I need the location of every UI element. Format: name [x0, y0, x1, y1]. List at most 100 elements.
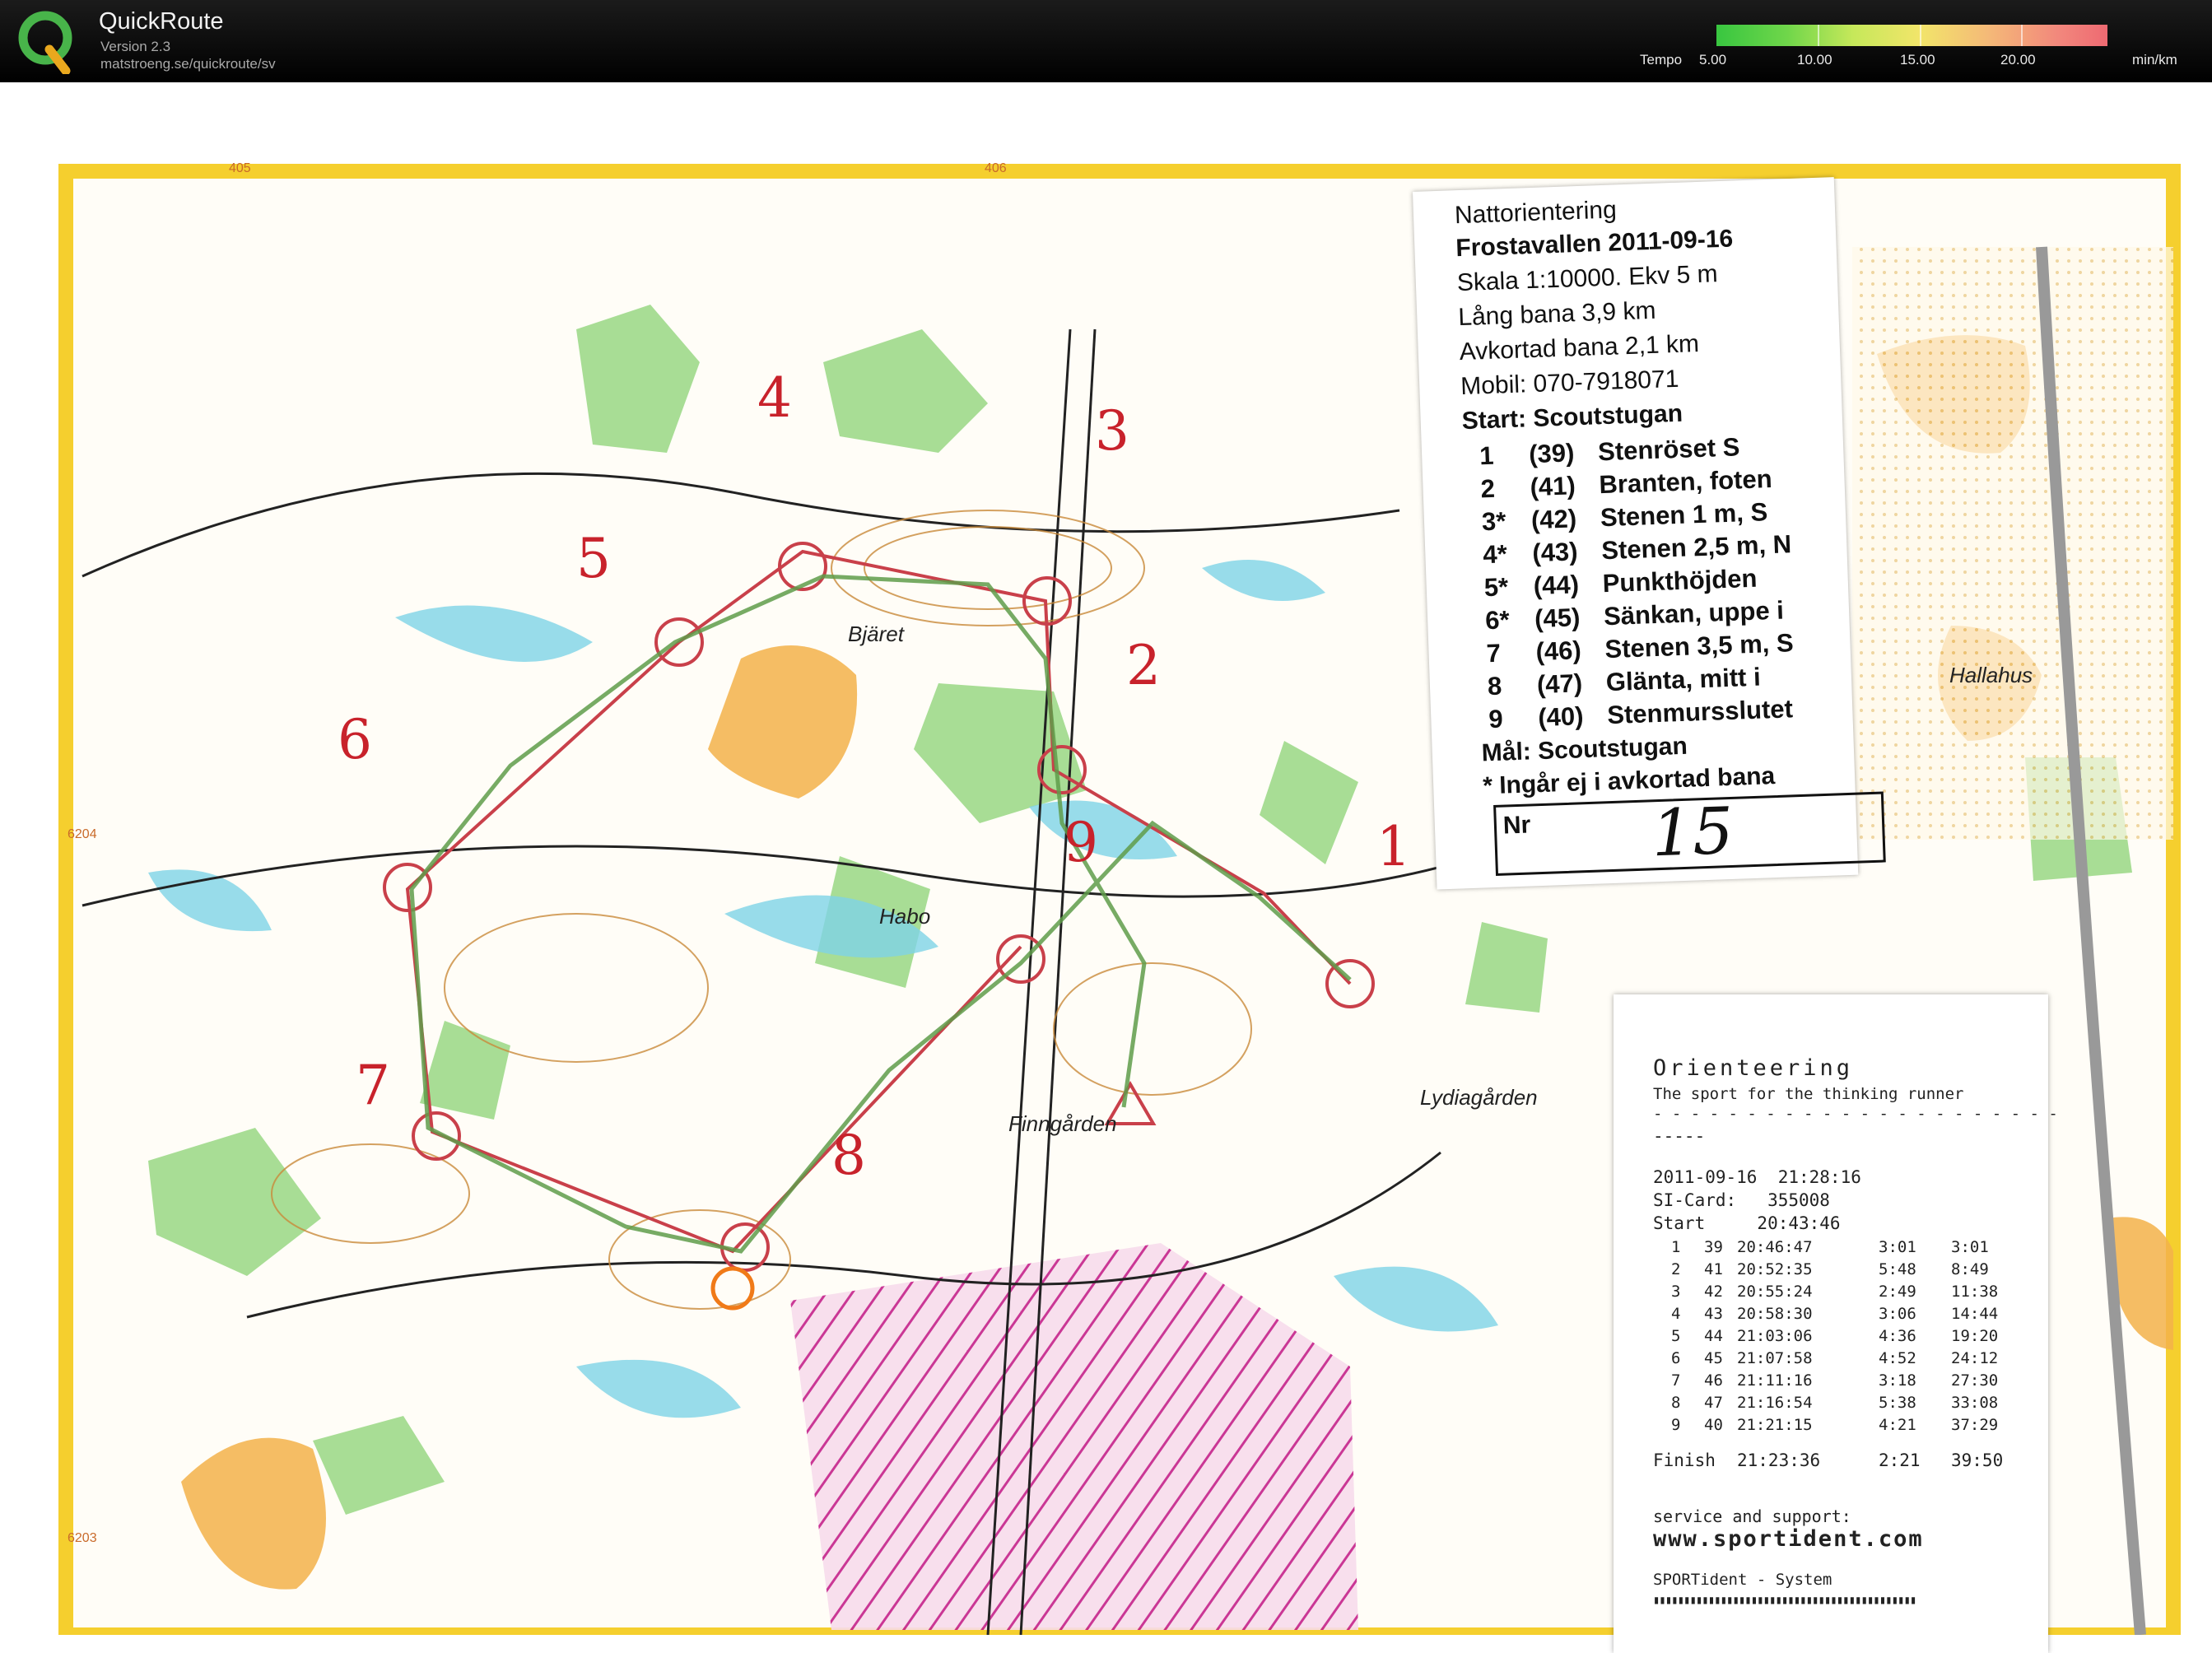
split-cell: 44	[1704, 1327, 1723, 1345]
receipt-tagline: The sport for the thinking runner	[1653, 1085, 1964, 1103]
legend-finish: Mål: Scoutstugan	[1481, 732, 1688, 767]
receipt-system: SPORTident - System	[1653, 1571, 1832, 1589]
split-cell: 21:11:16	[1737, 1371, 1813, 1390]
split-cell: 21:21:15	[1737, 1416, 1813, 1434]
split-cell: 4:52	[1879, 1349, 1916, 1367]
control-row-desc: Stenen 2,5 m, N	[1600, 529, 1792, 566]
control-row-desc: Branten, foten	[1598, 463, 1773, 500]
tempo-label: Tempo	[1640, 52, 1683, 68]
control-number: 4	[757, 366, 792, 430]
split-cell: 3:01	[1879, 1238, 1916, 1256]
split-cell: 37:29	[1951, 1416, 1999, 1434]
control-row-desc: Sänkan, uppe i	[1603, 595, 1785, 631]
control-row-code: (42)	[1530, 504, 1577, 535]
tempo-tick-mark	[2021, 25, 2023, 46]
split-cell: 20:46:47	[1737, 1238, 1813, 1256]
place-name: Finngården	[1008, 1111, 1117, 1136]
receipt-website: www.sportident.com	[1653, 1526, 1924, 1552]
control-number: 8	[831, 1124, 866, 1187]
split-cell: 43	[1704, 1305, 1723, 1323]
split-cell: 47	[1704, 1394, 1723, 1412]
split-cell: 2:49	[1879, 1283, 1916, 1301]
receipt-support: service and support:	[1653, 1506, 1851, 1526]
receipt-start: Start 20:43:46	[1653, 1213, 1841, 1233]
tempo-tick-label: 20.00	[2000, 52, 2036, 68]
orienteering-map[interactable]: Bjäret Habo Finngården Lydiagården Halla…	[0, 82, 2212, 1653]
split-cell: 20:58:30	[1737, 1305, 1813, 1323]
legend-mobile: Mobil: 070-7918071	[1460, 365, 1679, 401]
settlement-area	[1852, 247, 2173, 840]
receipt-barcode: ▮▮▮▮▮▮▮▮▮▮▮▮▮▮▮▮▮▮▮▮▮▮▮▮▮▮▮▮▮▮▮▮▮▮▮▮▮▮▮▮…	[1653, 1594, 1916, 1607]
app-url: matstroeng.se/quickroute/sv	[100, 56, 276, 72]
legend-start: Start: Scoutstugan	[1461, 399, 1683, 435]
control-row: 1 (39) Stenröset S	[1479, 432, 1740, 471]
control-row-desc: Stenröset S	[1597, 432, 1740, 467]
tempo-tick-mark	[1920, 25, 1921, 46]
control-number: 2	[1126, 634, 1161, 697]
control-row-code: (45)	[1534, 603, 1581, 634]
split-cell: 9	[1671, 1416, 1681, 1434]
control-row-desc: Stenmursslutet	[1606, 694, 1794, 730]
split-cell: 19:20	[1951, 1327, 1999, 1345]
control-row-number: 2	[1480, 473, 1496, 504]
control-row-number: 3*	[1481, 506, 1506, 537]
split-cell: 5:38	[1879, 1394, 1916, 1412]
control-number: 1	[1376, 815, 1411, 878]
control-row-number: 6*	[1484, 605, 1511, 636]
split-cell: 33:08	[1951, 1394, 1999, 1412]
legend-event: Frostavallen 2011-09-16	[1455, 225, 1734, 263]
split-cell: 4	[1671, 1305, 1681, 1323]
split-cell: 21:03:06	[1737, 1327, 1813, 1345]
split-cell: 8:49	[1951, 1260, 1989, 1278]
split-cell: 39	[1704, 1238, 1723, 1256]
legend-title: Nattorientering	[1454, 196, 1618, 230]
control-row-desc: Stenen 1 m, S	[1600, 497, 1768, 533]
runner-number-label: Nr	[1502, 811, 1531, 840]
quickroute-header: QuickRoute Version 2.3 matstroeng.se/qui…	[0, 0, 2212, 82]
control-row-number: 4*	[1482, 539, 1508, 570]
split-times-receipt: Orienteering The sport for the thinking …	[1614, 994, 2058, 1653]
tempo-color-scale	[1716, 25, 2107, 46]
receipt-finish-label: Finish	[1653, 1450, 1716, 1470]
split-cell: 2	[1671, 1260, 1681, 1278]
place-name: Lydiagården	[1420, 1085, 1538, 1110]
receipt-finish-total: 39:50	[1951, 1450, 2004, 1470]
split-cell: 42	[1704, 1283, 1723, 1301]
split-cell: 21:07:58	[1737, 1349, 1813, 1367]
control-row-code: (47)	[1536, 668, 1583, 700]
control-row-code: (41)	[1529, 471, 1576, 502]
control-row-code: (39)	[1528, 438, 1575, 469]
control-row-desc: Glänta, mitt i	[1605, 662, 1762, 697]
tempo-tick-mark	[1818, 25, 1819, 46]
split-cell: 4:21	[1879, 1416, 1916, 1434]
control-description-sheet: Nattorientering Frostavallen 2011-09-16 …	[1413, 177, 1886, 890]
control-row-code: (43)	[1531, 537, 1579, 568]
split-cell: 4:36	[1879, 1327, 1916, 1345]
control-row-number: 9	[1488, 704, 1504, 734]
split-cell: 7	[1671, 1371, 1681, 1390]
runner-number-value: 15	[1650, 794, 1735, 872]
receipt-finish-leg: 2:21	[1879, 1450, 1921, 1470]
receipt-si-card: SI-Card: 355008	[1653, 1190, 1830, 1210]
control-row-number: 5*	[1483, 572, 1509, 603]
legend-scale: Skala 1:10000. Ekv 5 m	[1456, 260, 1719, 297]
split-cell: 45	[1704, 1349, 1723, 1367]
control-row-desc: Stenen 3,5 m, S	[1604, 628, 1795, 664]
split-cell: 41	[1704, 1260, 1723, 1278]
split-cell: 46	[1704, 1371, 1723, 1390]
split-cell: 20:52:35	[1737, 1260, 1813, 1278]
control-number: 5	[576, 527, 611, 590]
split-cell: 3	[1671, 1283, 1681, 1301]
control-number: 7	[356, 1054, 390, 1117]
quickroute-logo-icon	[18, 11, 72, 74]
control-row-code: (46)	[1534, 636, 1582, 667]
place-name: Habo	[879, 904, 931, 929]
split-cell: 5	[1671, 1327, 1681, 1345]
tempo-tick-label: 10.00	[1797, 52, 1832, 68]
split-cell: 3:06	[1879, 1305, 1916, 1323]
grid-label: 405	[229, 161, 251, 175]
grid-label: 406	[985, 161, 1007, 175]
legend-short-course: Avkortad bana 2,1 km	[1459, 329, 1700, 366]
receipt-divider: - - - - - - - - - - - - - - - - - - - - …	[1653, 1105, 2058, 1123]
place-name: Bjäret	[848, 622, 904, 646]
